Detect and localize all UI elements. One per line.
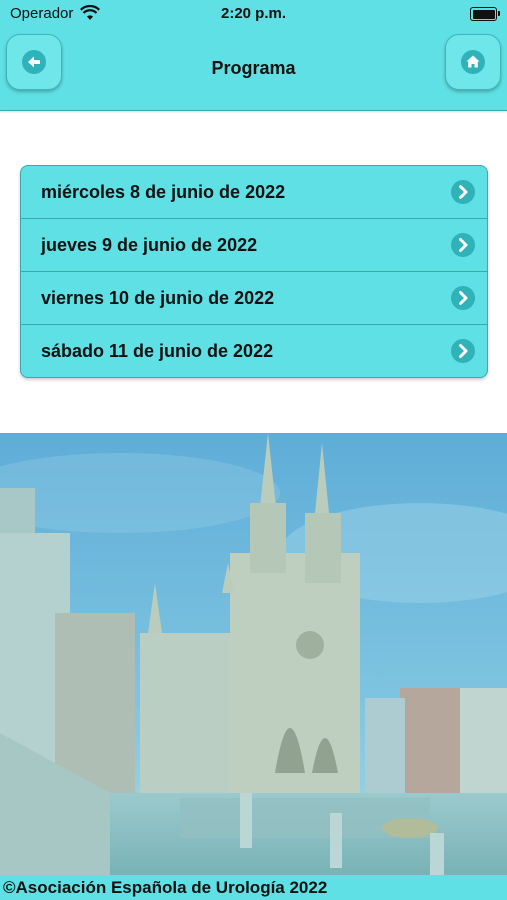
chevron-right-icon: [451, 286, 475, 310]
home-icon: [466, 55, 480, 68]
chevron-right-icon: [451, 180, 475, 204]
day-item-thursday[interactable]: jueves 9 de junio de 2022: [21, 219, 487, 272]
day-item-wednesday[interactable]: miércoles 8 de junio de 2022: [21, 166, 487, 219]
chevron-right-icon: [451, 233, 475, 257]
page-title: Programa: [211, 58, 296, 78]
day-label: sábado 11 de junio de 2022: [41, 341, 274, 361]
chevron-right-icon: [451, 339, 475, 363]
cathedral-illustration: [0, 433, 507, 875]
day-item-friday[interactable]: viernes 10 de junio de 2022: [21, 272, 487, 325]
day-label: miércoles 8 de junio de 2022: [41, 182, 286, 202]
status-bar: Operador 2:20 p.m.: [0, 0, 507, 28]
day-item-saturday[interactable]: sábado 11 de junio de 2022: [21, 325, 487, 377]
day-label: jueves 9 de junio de 2022: [41, 235, 258, 255]
copyright-text: ©Asociación Española de Urología 2022: [3, 878, 328, 897]
home-button[interactable]: [445, 34, 501, 90]
cathedral-photo: [0, 433, 507, 875]
day-label: viernes 10 de junio de 2022: [41, 288, 275, 308]
navigation-bar: Programa: [0, 28, 507, 111]
battery-icon: [470, 7, 500, 21]
program-day-list: miércoles 8 de junio de 2022 jueves 9 de…: [20, 165, 488, 378]
footer: ©Asociación Española de Urología 2022: [0, 875, 507, 900]
status-time: 2:20 p.m.: [220, 5, 287, 22]
